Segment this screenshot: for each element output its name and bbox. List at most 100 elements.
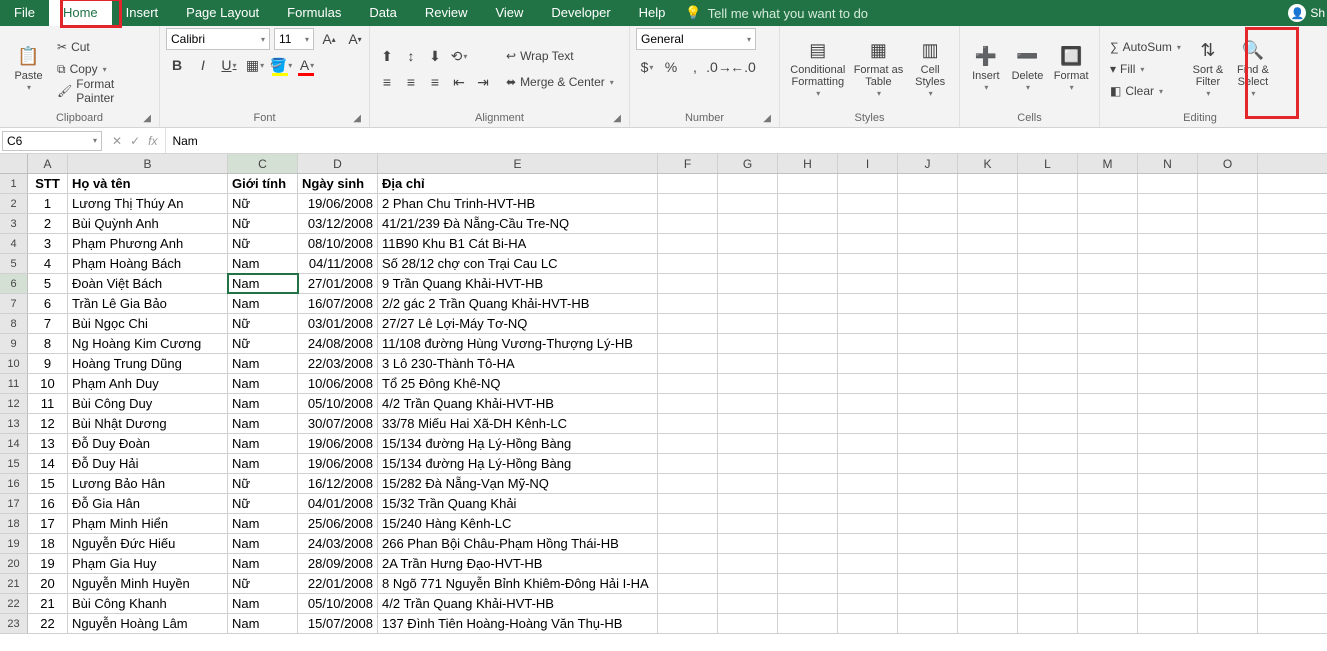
cell-N22[interactable] [1138, 594, 1198, 613]
cell-I5[interactable] [838, 254, 898, 273]
name-box[interactable]: C6▾ [2, 131, 102, 151]
cell-B4[interactable]: Phạm Phương Anh [68, 234, 228, 253]
cell-E21[interactable]: 8 Ngõ 771 Nguyễn Bỉnh Khiêm-Đông Hải I-H… [378, 574, 658, 593]
cell-M15[interactable] [1078, 454, 1138, 473]
row-header[interactable]: 12 [0, 394, 28, 413]
cell-K19[interactable] [958, 534, 1018, 553]
cell-O4[interactable] [1198, 234, 1258, 253]
col-header-C[interactable]: C [228, 154, 298, 173]
cell-H9[interactable] [778, 334, 838, 353]
cell-F12[interactable] [658, 394, 718, 413]
cell-J1[interactable] [898, 174, 958, 193]
cell-J23[interactable] [898, 614, 958, 633]
cell-M14[interactable] [1078, 434, 1138, 453]
cell-A23[interactable]: 22 [28, 614, 68, 633]
col-header-G[interactable]: G [718, 154, 778, 173]
cell-F10[interactable] [658, 354, 718, 373]
cell-M6[interactable] [1078, 274, 1138, 293]
cell-D10[interactable]: 22/03/2008 [298, 354, 378, 373]
row-header[interactable]: 9 [0, 334, 28, 353]
format-as-table-button[interactable]: ▦Format as Table▾ [852, 35, 906, 103]
cell-I11[interactable] [838, 374, 898, 393]
cell-C20[interactable]: Nam [228, 554, 298, 573]
increase-indent-icon[interactable]: ⇥ [472, 71, 494, 93]
formula-input[interactable] [166, 134, 1327, 148]
cell-N6[interactable] [1138, 274, 1198, 293]
cell-K22[interactable] [958, 594, 1018, 613]
cell-O5[interactable] [1198, 254, 1258, 273]
cell-G12[interactable] [718, 394, 778, 413]
cell-M2[interactable] [1078, 194, 1138, 213]
cell-E13[interactable]: 33/78 Miếu Hai Xã-DH Kênh-LC [378, 414, 658, 433]
cell-H5[interactable] [778, 254, 838, 273]
align-center-icon[interactable]: ≡ [400, 71, 422, 93]
cell-B10[interactable]: Hoàng Trung Dũng [68, 354, 228, 373]
cell-F3[interactable] [658, 214, 718, 233]
col-header-H[interactable]: H [778, 154, 838, 173]
comma-format-icon[interactable]: , [684, 56, 706, 78]
bold-button[interactable]: B [166, 54, 188, 76]
cell-B1[interactable]: Họ và tên [68, 174, 228, 193]
menu-item-formulas[interactable]: Formulas [273, 0, 355, 26]
cell-O20[interactable] [1198, 554, 1258, 573]
cell-N7[interactable] [1138, 294, 1198, 313]
cell-O10[interactable] [1198, 354, 1258, 373]
align-top-icon[interactable]: ⬆ [376, 45, 398, 67]
cell-L2[interactable] [1018, 194, 1078, 213]
cell-F16[interactable] [658, 474, 718, 493]
cell-A22[interactable]: 21 [28, 594, 68, 613]
cell-L15[interactable] [1018, 454, 1078, 473]
cell-L10[interactable] [1018, 354, 1078, 373]
cell-F17[interactable] [658, 494, 718, 513]
cell-L19[interactable] [1018, 534, 1078, 553]
cell-F13[interactable] [658, 414, 718, 433]
cell-D18[interactable]: 25/06/2008 [298, 514, 378, 533]
autosum-button[interactable]: ∑AutoSum▾ [1106, 36, 1185, 58]
cell-H8[interactable] [778, 314, 838, 333]
cell-J22[interactable] [898, 594, 958, 613]
cell-E20[interactable]: 2A Trần Hưng Đạo-HVT-HB [378, 554, 658, 573]
cell-D2[interactable]: 19/06/2008 [298, 194, 378, 213]
cell-J18[interactable] [898, 514, 958, 533]
cell-J19[interactable] [898, 534, 958, 553]
cell-M17[interactable] [1078, 494, 1138, 513]
cell-H1[interactable] [778, 174, 838, 193]
format-button[interactable]: 🔲Format▾ [1049, 35, 1093, 103]
cell-N8[interactable] [1138, 314, 1198, 333]
menu-item-home[interactable]: Home [49, 0, 112, 26]
col-header-D[interactable]: D [298, 154, 378, 173]
cell-I19[interactable] [838, 534, 898, 553]
cell-E11[interactable]: Tổ 25 Đông Khê-NQ [378, 374, 658, 393]
row-header[interactable]: 23 [0, 614, 28, 633]
borders-button[interactable]: ▦▾ [244, 54, 266, 76]
cell-O1[interactable] [1198, 174, 1258, 193]
cell-M1[interactable] [1078, 174, 1138, 193]
cell-L12[interactable] [1018, 394, 1078, 413]
cell-O23[interactable] [1198, 614, 1258, 633]
cell-H3[interactable] [778, 214, 838, 233]
cell-K7[interactable] [958, 294, 1018, 313]
cell-B15[interactable]: Đỗ Duy Hải [68, 454, 228, 473]
cell-A17[interactable]: 16 [28, 494, 68, 513]
cell-C4[interactable]: Nữ [228, 234, 298, 253]
cell-D5[interactable]: 04/11/2008 [298, 254, 378, 273]
cell-F22[interactable] [658, 594, 718, 613]
align-middle-icon[interactable]: ↕ [400, 45, 422, 67]
cell-C12[interactable]: Nam [228, 394, 298, 413]
cell-H15[interactable] [778, 454, 838, 473]
cell-D11[interactable]: 10/06/2008 [298, 374, 378, 393]
cell-G16[interactable] [718, 474, 778, 493]
cell-M18[interactable] [1078, 514, 1138, 533]
cell-G5[interactable] [718, 254, 778, 273]
cell-B5[interactable]: Phạm Hoàng Bách [68, 254, 228, 273]
cell-N10[interactable] [1138, 354, 1198, 373]
cell-D23[interactable]: 15/07/2008 [298, 614, 378, 633]
cell-J7[interactable] [898, 294, 958, 313]
italic-button[interactable]: I [192, 54, 214, 76]
cell-K18[interactable] [958, 514, 1018, 533]
cell-J11[interactable] [898, 374, 958, 393]
cell-C13[interactable]: Nam [228, 414, 298, 433]
row-header[interactable]: 10 [0, 354, 28, 373]
align-bottom-icon[interactable]: ⬇ [424, 45, 446, 67]
cell-J13[interactable] [898, 414, 958, 433]
